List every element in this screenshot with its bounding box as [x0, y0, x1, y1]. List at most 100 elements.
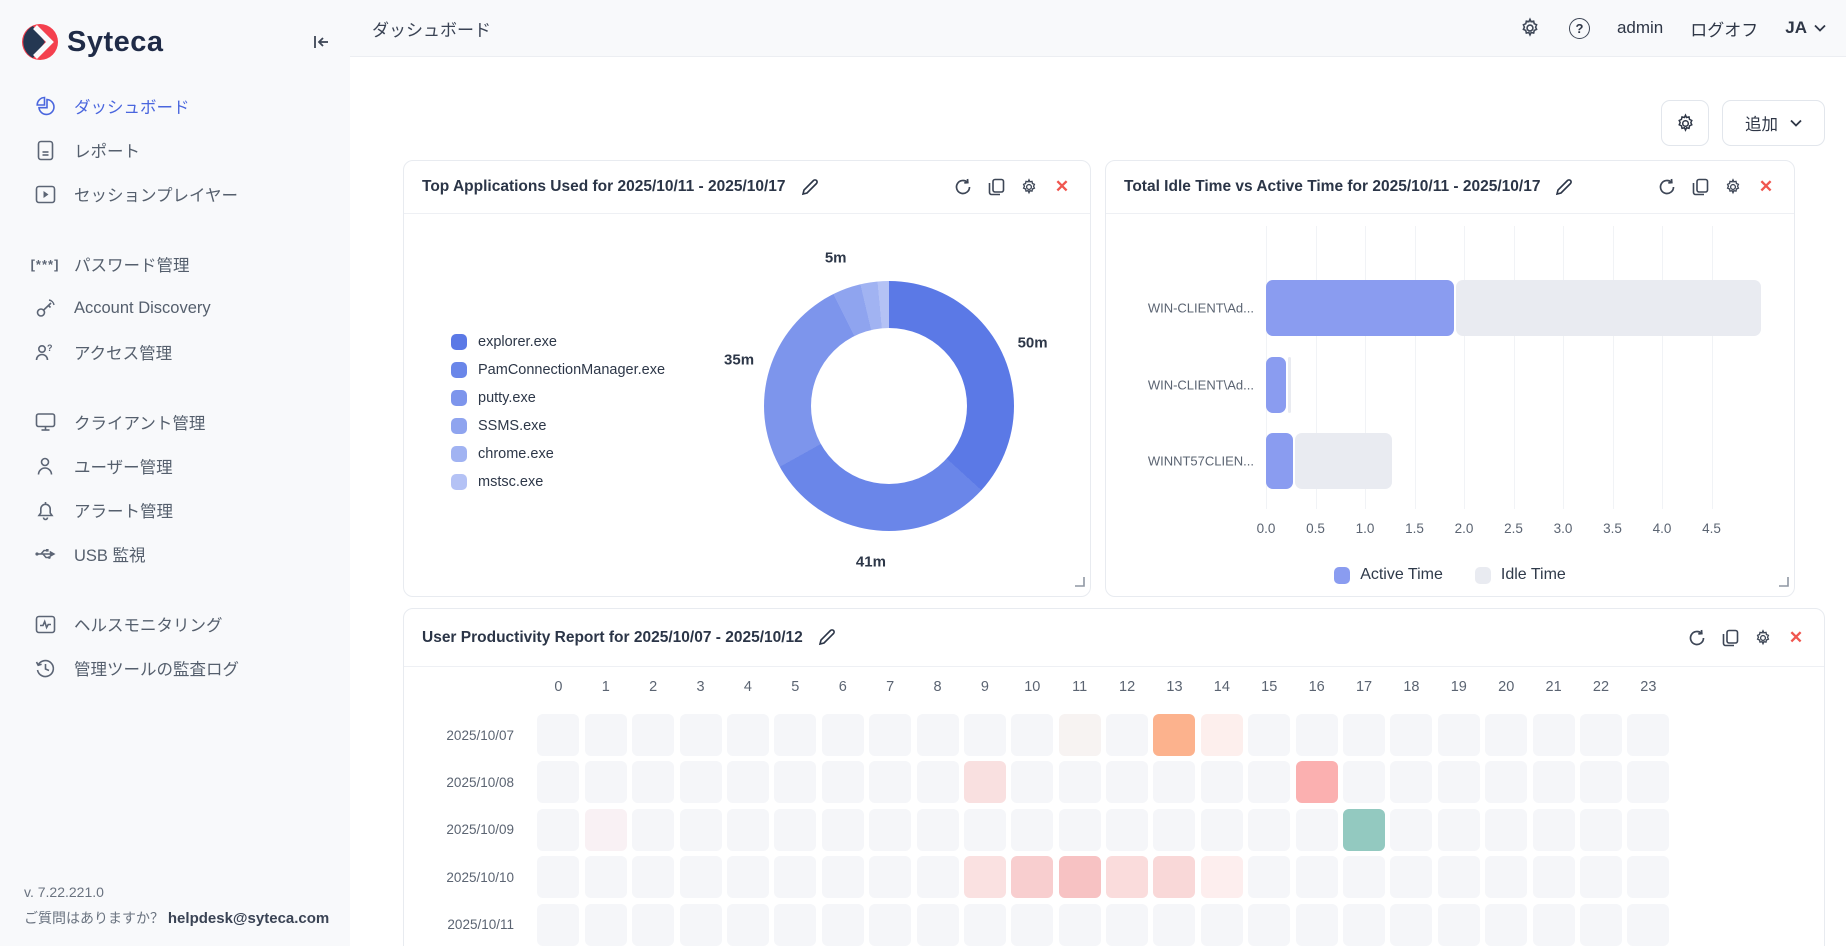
heatmap-cell[interactable]: [632, 856, 675, 899]
heatmap-cell[interactable]: [1200, 714, 1243, 756]
idle-time-bar[interactable]: [1456, 280, 1761, 336]
heatmap-cell[interactable]: [632, 714, 675, 756]
heatmap-cell[interactable]: [774, 714, 817, 756]
heatmap-cell[interactable]: [1579, 808, 1622, 851]
heatmap-cell[interactable]: [1485, 761, 1528, 804]
heatmap-cell[interactable]: [1627, 903, 1670, 946]
username[interactable]: admin: [1617, 18, 1663, 38]
legend-item[interactable]: Active Time: [1334, 566, 1443, 584]
heatmap-cell[interactable]: [821, 903, 864, 946]
heatmap-cell[interactable]: [1437, 856, 1480, 899]
heatmap-cell[interactable]: [1106, 856, 1149, 899]
heatmap-cell[interactable]: [1106, 903, 1149, 946]
edit-pencil-icon[interactable]: [801, 178, 818, 196]
heatmap-cell[interactable]: [1058, 808, 1101, 851]
close-icon[interactable]: ✕: [1756, 177, 1776, 197]
heatmap-cell[interactable]: [1532, 761, 1575, 804]
heatmap-cell[interactable]: [584, 761, 627, 804]
heatmap-cell[interactable]: [916, 856, 959, 899]
active-time-bar[interactable]: [1266, 356, 1286, 413]
heatmap-cell[interactable]: [821, 761, 864, 804]
heatmap-cell[interactable]: [1295, 856, 1338, 899]
heatmap-cell[interactable]: [537, 903, 580, 946]
heatmap-cell[interactable]: [869, 856, 912, 899]
heatmap-cell[interactable]: [679, 761, 722, 804]
heatmap-cell[interactable]: [1248, 761, 1291, 804]
heatmap-cell[interactable]: [963, 808, 1006, 851]
logout-button[interactable]: ログオフ: [1690, 16, 1758, 41]
dashboard-settings-button[interactable]: [1661, 100, 1709, 146]
heatmap-cell[interactable]: [1153, 856, 1196, 899]
heatmap-cell[interactable]: [1532, 903, 1575, 946]
heatmap-cell[interactable]: [1437, 714, 1480, 756]
heatmap-cell[interactable]: [1532, 714, 1575, 756]
idle-time-bar[interactable]: [1294, 433, 1392, 489]
heatmap-cell[interactable]: [584, 714, 627, 756]
heatmap-cell[interactable]: [1579, 761, 1622, 804]
heatmap-cell[interactable]: [1343, 808, 1386, 851]
heatmap-cell[interactable]: [1390, 761, 1433, 804]
sidebar-item-session-player[interactable]: セッションプレイヤー: [0, 172, 350, 216]
legend-item[interactable]: explorer.exe: [451, 328, 665, 356]
heatmap-cell[interactable]: [1058, 714, 1101, 756]
heatmap-cell[interactable]: [774, 856, 817, 899]
heatmap-cell[interactable]: [1295, 761, 1338, 804]
sidebar-item-access-management[interactable]: ? アクセス管理: [0, 330, 350, 374]
sidebar-item-dashboard[interactable]: ダッシュボード: [0, 84, 350, 128]
heatmap-cell[interactable]: [537, 856, 580, 899]
heatmap-cell[interactable]: [1437, 761, 1480, 804]
heatmap-cell[interactable]: [1390, 903, 1433, 946]
heatmap-cell[interactable]: [963, 856, 1006, 899]
sidebar-item-reports[interactable]: レポート: [0, 128, 350, 172]
heatmap-cell[interactable]: [584, 856, 627, 899]
sidebar-item-usb-monitoring[interactable]: USB 監視: [0, 532, 350, 576]
widget-settings-gear-icon[interactable]: [1753, 628, 1773, 648]
heatmap-cell[interactable]: [963, 761, 1006, 804]
edit-pencil-icon[interactable]: [818, 629, 835, 646]
heatmap-cell[interactable]: [1343, 856, 1386, 899]
heatmap-cell[interactable]: [774, 903, 817, 946]
heatmap-cell[interactable]: [679, 808, 722, 851]
heatmap-cell[interactable]: [1011, 761, 1054, 804]
heatmap-cell[interactable]: [1627, 714, 1670, 756]
active-time-bar[interactable]: [1266, 280, 1455, 336]
sidebar-item-client-management[interactable]: クライアント管理: [0, 400, 350, 444]
heatmap-cell[interactable]: [1390, 808, 1433, 851]
heatmap-cell[interactable]: [1627, 761, 1670, 804]
copy-icon[interactable]: [986, 177, 1006, 197]
heatmap-cell[interactable]: [584, 808, 627, 851]
heatmap-cell[interactable]: [1390, 856, 1433, 899]
heatmap-cell[interactable]: [1579, 714, 1622, 756]
heatmap-cell[interactable]: [1011, 903, 1054, 946]
heatmap-cell[interactable]: [1248, 903, 1291, 946]
heatmap-cell[interactable]: [537, 761, 580, 804]
heatmap-cell[interactable]: [1485, 903, 1528, 946]
heatmap-cell[interactable]: [774, 808, 817, 851]
heatmap-cell[interactable]: [1248, 808, 1291, 851]
heatmap-cell[interactable]: [1011, 808, 1054, 851]
legend-item[interactable]: Idle Time: [1474, 566, 1566, 584]
heatmap-cell[interactable]: [1106, 761, 1149, 804]
heatmap-cell[interactable]: [963, 903, 1006, 946]
heatmap-cell[interactable]: [1579, 903, 1622, 946]
sidebar-item-health-monitoring[interactable]: ヘルスモニタリング: [0, 602, 350, 646]
heatmap-cell[interactable]: [632, 903, 675, 946]
heatmap-cell[interactable]: [1058, 903, 1101, 946]
widget-settings-gear-icon[interactable]: [1019, 177, 1039, 197]
copy-icon[interactable]: [1720, 628, 1740, 648]
heatmap-cell[interactable]: [1390, 714, 1433, 756]
heatmap-cell[interactable]: [726, 808, 769, 851]
idle-time-bar[interactable]: [1287, 356, 1291, 413]
sidebar-item-user-management[interactable]: ユーザー管理: [0, 444, 350, 488]
heatmap-cell[interactable]: [1058, 856, 1101, 899]
heatmap-cell[interactable]: [869, 903, 912, 946]
legend-item[interactable]: chrome.exe: [451, 440, 665, 468]
heatmap-cell[interactable]: [1485, 714, 1528, 756]
heatmap-cell[interactable]: [1343, 903, 1386, 946]
heatmap-cell[interactable]: [1200, 856, 1243, 899]
heatmap-cell[interactable]: [679, 903, 722, 946]
heatmap-cell[interactable]: [726, 903, 769, 946]
heatmap-cell[interactable]: [1295, 808, 1338, 851]
heatmap-cell[interactable]: [537, 714, 580, 756]
heatmap-cell[interactable]: [1011, 856, 1054, 899]
